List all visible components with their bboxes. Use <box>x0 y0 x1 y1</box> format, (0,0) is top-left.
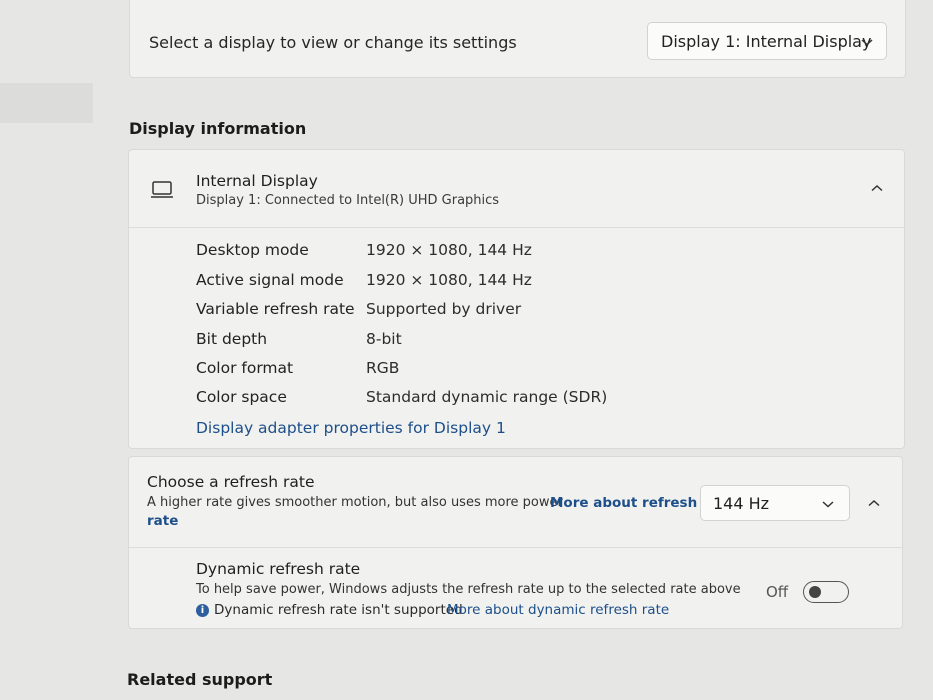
display-connection: Display 1: Connected to Intel(R) UHD Gra… <box>196 193 500 208</box>
display-info-card: Internal Display Display 1: Connected to… <box>128 149 905 449</box>
prop-label-variable-refresh-rate: Variable refresh rate <box>196 300 355 318</box>
refresh-rate-card: Choose a refresh rate A higher rate give… <box>128 456 903 629</box>
display-select-dropdown[interactable]: Display 1: Internal Display <box>647 22 887 60</box>
chevron-up-icon <box>868 499 880 507</box>
prop-value-color-space: Standard dynamic range (SDR) <box>366 388 608 406</box>
dynamic-refresh-toggle[interactable] <box>803 581 849 603</box>
related-support-heading: Related support <box>127 670 273 689</box>
more-about-refresh-rate-link-cont[interactable]: rate <box>147 513 178 529</box>
prop-label-color-space: Color space <box>196 388 287 406</box>
prop-label-desktop-mode: Desktop mode <box>196 241 309 259</box>
chevron-down-icon <box>861 39 873 46</box>
prop-label-bit-depth: Bit depth <box>196 330 268 348</box>
refresh-rate-value: 144 Hz <box>713 493 770 513</box>
dynamic-refresh-unsupported-notice: Dynamic refresh rate isn't supported <box>214 602 463 618</box>
refresh-divider <box>129 547 902 548</box>
refresh-rate-description: A higher rate gives smoother motion, but… <box>147 495 563 510</box>
nav-pane-remnant <box>0 83 93 123</box>
dynamic-refresh-title: Dynamic refresh rate <box>196 560 361 578</box>
prop-value-desktop-mode: 1920 × 1080, 144 Hz <box>366 241 532 259</box>
display-select-value: Display 1: Internal Display <box>661 31 872 51</box>
display-selector-card: Select a display to view or change its s… <box>129 0 906 78</box>
prop-label-color-format: Color format <box>196 359 294 377</box>
chevron-down-icon <box>822 501 834 508</box>
collapse-refresh-rate-button[interactable] <box>863 492 885 514</box>
refresh-rate-title: Choose a refresh rate <box>147 473 315 491</box>
display-info-header[interactable]: Internal Display Display 1: Connected to… <box>129 150 904 228</box>
laptop-icon <box>151 181 173 198</box>
prop-value-active-signal-mode: 1920 × 1080, 144 Hz <box>366 271 532 289</box>
collapse-display-info-button[interactable] <box>866 177 888 199</box>
more-about-dynamic-refresh-link[interactable]: More about dynamic refresh rate <box>447 602 669 618</box>
prop-value-color-format: RGB <box>366 359 400 377</box>
display-adapter-properties-link[interactable]: Display adapter properties for Display 1 <box>196 419 506 437</box>
refresh-rate-dropdown[interactable]: 144 Hz <box>700 485 850 521</box>
prop-value-variable-refresh-rate: Supported by driver <box>366 300 522 318</box>
chevron-up-icon <box>871 184 883 192</box>
prop-value-bit-depth: 8-bit <box>366 330 402 348</box>
display-selector-label: Select a display to view or change its s… <box>149 33 517 52</box>
prop-label-active-signal-mode: Active signal mode <box>196 271 344 289</box>
info-icon: i <box>196 604 209 617</box>
dynamic-refresh-toggle-state: Off <box>766 583 789 601</box>
display-name: Internal Display <box>196 172 318 190</box>
display-information-heading: Display information <box>129 119 307 138</box>
toggle-knob <box>809 586 821 598</box>
dynamic-refresh-description: To help save power, Windows adjusts the … <box>196 582 741 597</box>
more-about-refresh-rate-link[interactable]: More about refresh <box>550 495 697 511</box>
